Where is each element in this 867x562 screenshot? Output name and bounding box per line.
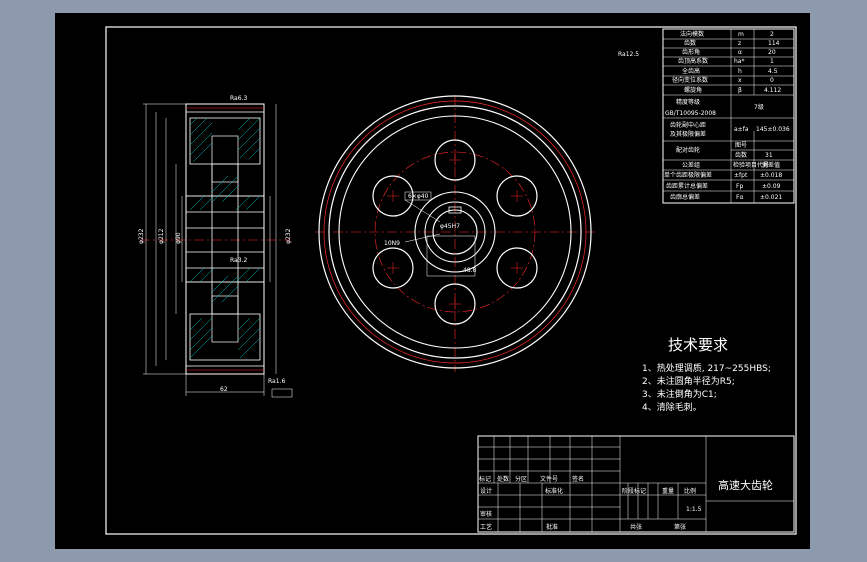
svg-text:φ212: φ212 bbox=[158, 228, 165, 244]
param-val-3: 1 bbox=[770, 58, 774, 65]
mate-row2: 齿数 bbox=[735, 151, 747, 159]
param-val-4: 4.5 bbox=[768, 68, 778, 75]
param-name-0: 法向模数 bbox=[680, 30, 704, 38]
notes-heading: 技术要求 bbox=[668, 336, 728, 354]
mate-row1: 图号 bbox=[735, 142, 747, 149]
title-block: 标记 处数 分区 文件号 签名 设计 标准化 阶段标记 重量 比例 1:1.5 … bbox=[477, 435, 795, 533]
tol-name-1: 齿距累计总偏差 bbox=[666, 182, 708, 190]
tb-design: 设计 bbox=[480, 487, 492, 495]
accuracy-label: 精度等级 bbox=[676, 98, 700, 106]
tb-mark: 标记 bbox=[479, 475, 491, 483]
bore-label: φ45H7 bbox=[440, 223, 460, 230]
notes-item-3: 3、未注倒角为C1; bbox=[642, 388, 717, 400]
param-name-6: 螺旋角 bbox=[684, 86, 702, 94]
tol-val-2: ±0.021 bbox=[760, 194, 782, 201]
center-val: a±fa bbox=[734, 126, 749, 133]
center-label-1: 齿轮副中心距 bbox=[670, 121, 706, 129]
tb-zone: 分区 bbox=[515, 475, 527, 483]
param-name-4: 全齿高 bbox=[682, 67, 700, 75]
accuracy-std: GB/T10095-2008 bbox=[665, 110, 716, 117]
tol-name-0: 单个齿距极限偏差 bbox=[664, 171, 712, 179]
tb-sign: 签名 bbox=[572, 475, 584, 483]
tol-val-1: ±0.09 bbox=[762, 183, 781, 190]
mate-label: 配对齿轮 bbox=[676, 146, 700, 154]
param-name-5: 径向变位系数 bbox=[672, 76, 708, 84]
tb-standard: 标准化 bbox=[545, 487, 563, 495]
param-val-6: 4.112 bbox=[764, 87, 781, 94]
param-sym-1: z bbox=[738, 40, 741, 47]
tol-val-0: ±0.018 bbox=[760, 172, 782, 179]
tb-review: 审核 bbox=[480, 510, 492, 518]
param-val-5: 0 bbox=[770, 77, 774, 84]
notes-item-4: 4、清除毛刺。 bbox=[642, 401, 702, 413]
accuracy-val: 7级 bbox=[754, 103, 764, 111]
technical-notes: 技术要求 1、热处理调质, 217~255HBS; 2、未注圆角半径为R5; 3… bbox=[642, 336, 771, 413]
param-name-3: 齿顶高系数 bbox=[678, 57, 708, 65]
section-view: φ232 φ212 φ90 φ232 62 Ra6.3 Ra3.2 Ra1.6 bbox=[138, 95, 293, 398]
roughness-mid: Ra3.2 bbox=[230, 257, 247, 264]
param-val-1: 114 bbox=[768, 40, 780, 47]
group-col3: 偏差值 bbox=[762, 161, 780, 169]
param-val-2: 20 bbox=[768, 49, 776, 56]
roughness-top: Ra6.3 bbox=[230, 95, 247, 102]
tb-scale-val: 1:1.5 bbox=[686, 506, 702, 513]
tb-count: 处数 bbox=[497, 475, 509, 483]
roughness-general: Ra12.5 bbox=[618, 51, 639, 58]
tb-process: 工艺 bbox=[480, 523, 492, 531]
notes-item-2: 2、未注圆角半径为R5; bbox=[642, 375, 735, 387]
tb-scale: 比例 bbox=[684, 487, 696, 495]
param-name-1: 齿数 bbox=[684, 39, 696, 47]
param-sym-5: x bbox=[738, 77, 742, 84]
param-sym-4: h bbox=[738, 68, 742, 75]
param-sym-2: α bbox=[738, 49, 742, 56]
front-view: 6×φ40 10N9 φ45H7 48.8 bbox=[315, 95, 595, 372]
svg-text:48.8: 48.8 bbox=[463, 267, 477, 274]
tb-approve: 批准 bbox=[546, 523, 558, 531]
center-dev: 145±0.036 bbox=[756, 126, 790, 133]
svg-text:φ232: φ232 bbox=[285, 228, 292, 244]
tol-sym-0: ±fpt bbox=[734, 172, 748, 179]
param-val-0: 2 bbox=[770, 31, 774, 38]
keyway-label: 10N9 bbox=[384, 240, 400, 247]
param-sym-3: ha* bbox=[734, 58, 744, 65]
center-label-2: 及其极限偏差 bbox=[670, 130, 706, 138]
param-sym-6: β bbox=[738, 87, 742, 94]
tb-sheets: 共张 bbox=[630, 523, 642, 531]
svg-text:φ90: φ90 bbox=[175, 232, 182, 244]
svg-text:φ232: φ232 bbox=[138, 228, 145, 244]
parameter-table: 法向模数 m 2 齿数 z 114 齿形角 α 20 齿顶高系数 ha* 1 全… bbox=[662, 28, 795, 204]
notes-item-1: 1、热处理调质, 217~255HBS; bbox=[642, 362, 771, 374]
tb-sheet: 第张 bbox=[674, 523, 686, 531]
drawing-title: 高速大齿轮 bbox=[718, 478, 773, 492]
tol-name-2: 齿廓总偏差 bbox=[670, 193, 700, 201]
hole-label: 6×φ40 bbox=[408, 193, 429, 200]
tol-sym-1: Fp bbox=[736, 183, 743, 190]
param-name-2: 齿形角 bbox=[682, 48, 700, 56]
tb-weight: 重量 bbox=[662, 487, 674, 495]
svg-text:62: 62 bbox=[220, 386, 228, 393]
tb-stage: 阶段标记 bbox=[622, 487, 646, 495]
param-sym-0: m bbox=[738, 31, 744, 38]
gear-drawing: φ232 φ212 φ90 φ232 62 Ra6.3 Ra3.2 Ra1.6 bbox=[105, 26, 797, 535]
group-label: 公差组 bbox=[682, 161, 700, 169]
tol-sym-2: Fα bbox=[736, 194, 743, 201]
roughness-bottom: Ra1.6 bbox=[268, 378, 285, 385]
tb-file: 文件号 bbox=[540, 475, 558, 483]
mate-row2-val: 31 bbox=[765, 152, 773, 159]
